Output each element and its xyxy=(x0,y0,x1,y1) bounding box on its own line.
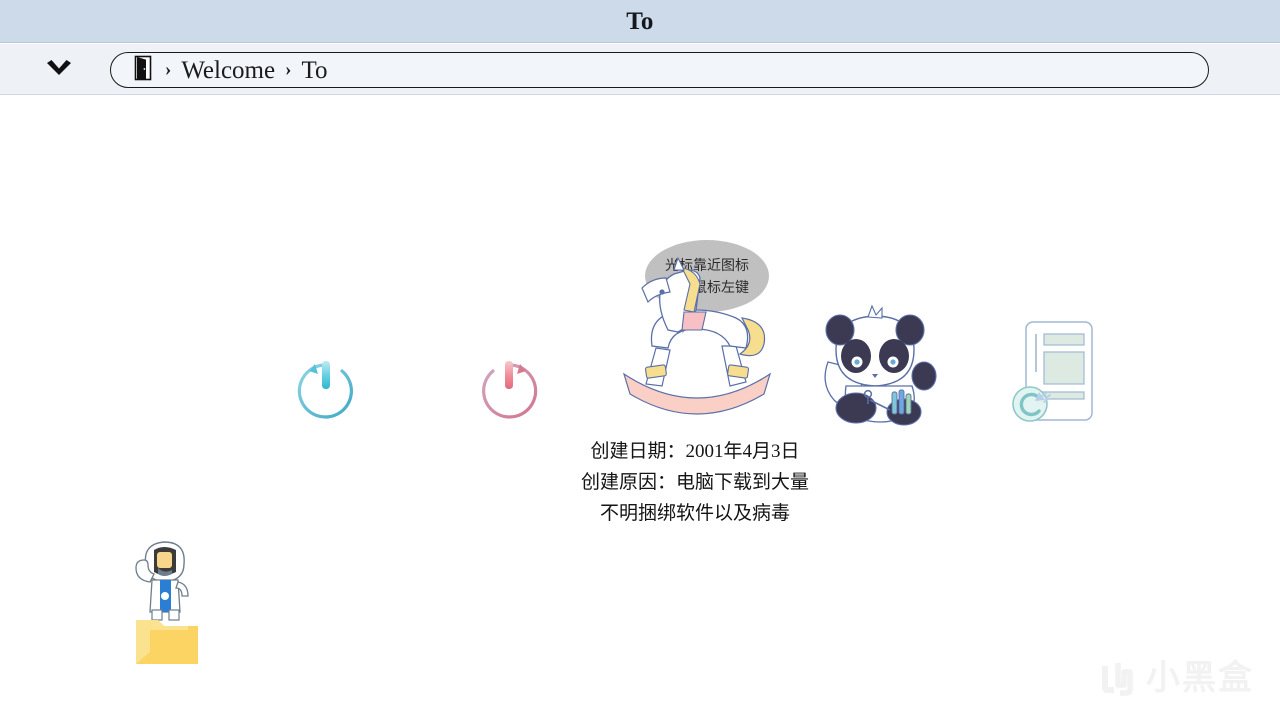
panda-icon[interactable] xyxy=(812,304,940,437)
title-bar: To xyxy=(0,0,1280,43)
shutdown-restart-teal-icon[interactable] xyxy=(286,349,366,434)
address-bar: › Welcome › To xyxy=(0,44,1280,95)
xiaoheihe-logo-icon xyxy=(1102,663,1133,696)
door-open-glyph xyxy=(134,55,152,80)
caption-line-3: 不明捆绑软件以及病毒 xyxy=(599,503,790,524)
shutdown-restart-pink-icon[interactable] xyxy=(469,349,549,434)
watermark: 小黑盒 xyxy=(1097,658,1254,698)
rocking-horse-icon[interactable]: 光标靠近图标 点击鼠标左键 xyxy=(612,226,782,421)
breadcrumb-separator-2: › xyxy=(285,58,292,80)
document-refresh-glyph xyxy=(1012,321,1093,422)
astronaut-figure xyxy=(135,541,189,621)
app-window: To › Welcome › To 光标靠近图标 点击鼠标左键 创建日期：200… xyxy=(0,0,1280,720)
folder-shape xyxy=(136,620,198,664)
astronaut-folder-icon[interactable] xyxy=(128,530,206,673)
caption-line-1: 创建日期：2001年4月3日 xyxy=(590,441,800,462)
breadcrumb-separator-1: › xyxy=(165,58,172,80)
chevron-down-icon[interactable] xyxy=(36,51,82,87)
astronaut-folder-glyph xyxy=(135,541,198,664)
chevron-down-glyph xyxy=(47,60,71,75)
door-open-icon[interactable] xyxy=(133,55,155,86)
breadcrumb: › Welcome › To xyxy=(133,55,327,86)
rocking-horse-glyph: 光标靠近图标 点击鼠标左键 xyxy=(622,240,772,415)
icon-caption: 创建日期：2001年4月3日 创建原因：电脑下载到大量 不明捆绑软件以及病毒 xyxy=(540,436,850,529)
window-title: To xyxy=(626,7,654,35)
breadcrumb-item-welcome[interactable]: Welcome xyxy=(181,58,275,83)
desktop-canvas: 光标靠近图标 点击鼠标左键 创建日期：2001年4月3日 创建原因：电脑下载到大… xyxy=(0,96,1280,720)
shutdown-restart-teal-glyph xyxy=(297,361,353,419)
document-refresh-icon[interactable] xyxy=(1008,316,1108,441)
breadcrumb-item-to[interactable]: To xyxy=(301,58,327,83)
panda-glyph xyxy=(824,304,937,426)
caption-line-2: 创建原因：电脑下载到大量 xyxy=(580,472,809,493)
breadcrumb-box[interactable]: › Welcome › To xyxy=(110,52,1209,88)
watermark-text: 小黑盒 xyxy=(1146,659,1254,697)
shutdown-restart-pink-glyph xyxy=(482,361,538,419)
